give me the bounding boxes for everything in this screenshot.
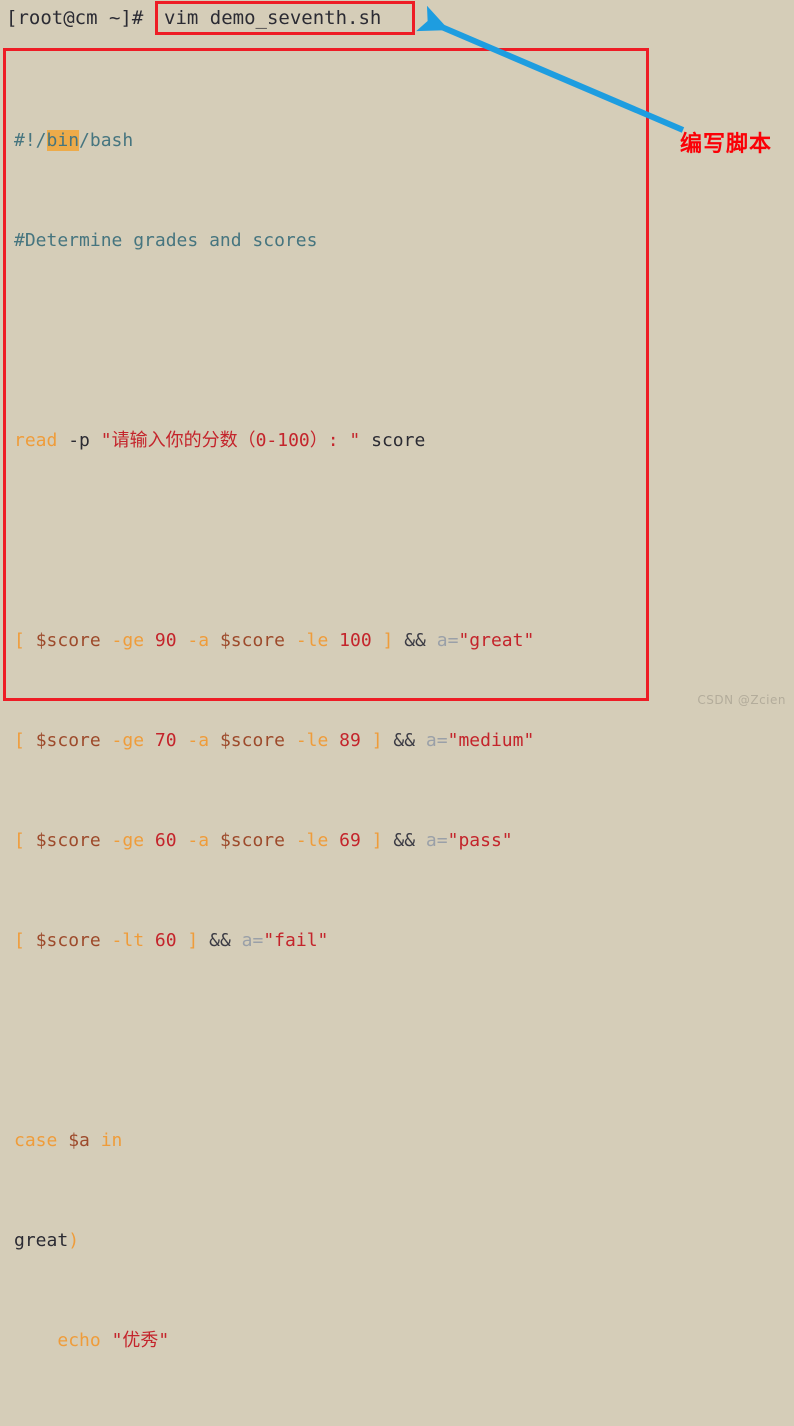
token-shebang-suffix: /bash (79, 130, 134, 151)
code-line-8: [ $score -ge 60 -a $score -le 69 ] && a=… (14, 830, 513, 851)
code-line-2: #Determine grades and scores (14, 230, 318, 251)
token-bin-highlight: bin (46, 130, 80, 151)
watermark-text: CSDN @Zcien (697, 693, 786, 707)
code-line-3-blank (14, 328, 534, 353)
annotation-label: 编写脚本 (680, 132, 773, 157)
code-line-1: #!/bin/bash (14, 128, 534, 153)
code-line-13: echo "优秀" (57, 1330, 170, 1351)
script-code-highlight-box: #!/bin/bash #Determine grades and scores… (3, 48, 649, 1351)
code-line-4: read -p "请输入你的分数（0-100）: " score (14, 428, 534, 453)
code-line-5-blank (14, 528, 534, 553)
code-line-7: [ $score -ge 70 -a $score -le 89 ] && a=… (14, 730, 535, 751)
code-line-9: [ $score -lt 60 ] && a="fail" (14, 930, 329, 951)
code-line-12: great) (14, 1230, 80, 1251)
token-opt-p: -p (68, 430, 90, 451)
token-prompt-string: "请输入你的分数（0-100）: " (100, 430, 361, 451)
token-shebang-prefix: #!/ (14, 130, 47, 151)
shell-prompt: [root@cm ~]# (6, 7, 144, 29)
token-read: read (14, 430, 58, 451)
vim-command-text[interactable]: vim demo_seventh.sh (164, 5, 381, 31)
code-line-10-blank (14, 1028, 534, 1053)
token-score-var: score (371, 430, 426, 451)
vim-editor-buffer[interactable]: #!/bin/bash #Determine grades and scores… (14, 53, 534, 1426)
code-line-11: case $a in (14, 1130, 123, 1151)
code-line-6: [ $score -ge 90 -a $score -le 100 ] && a… (14, 630, 535, 651)
terminal-prompt-row: [root@cm ~]# vim demo_seventh.sh (0, 0, 794, 40)
